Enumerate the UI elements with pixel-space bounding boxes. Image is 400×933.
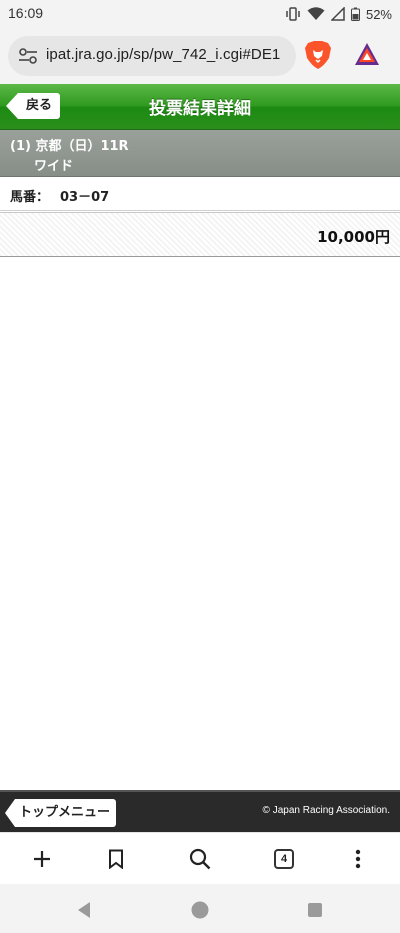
more-icon[interactable] [355,849,361,869]
wifi-icon [307,7,325,20]
bookmarks-button[interactable] [102,845,130,873]
recents-square-icon[interactable] [305,900,325,920]
horse-number-row: 馬番： 03－07 [0,177,400,211]
search-button[interactable] [186,845,214,873]
browser-toolbar: 4 [0,832,400,884]
status-bar: 16:09 52% [0,0,400,28]
page-title: 投票結果詳細 [149,99,251,119]
brave-rewards-icon[interactable] [354,42,380,66]
site-footer: トップメニュー © Japan Racing Association. [0,790,400,832]
top-menu-button[interactable]: トップメニュー [5,799,117,827]
status-time: 16:09 [8,5,44,21]
tabs-button[interactable]: 4 [270,845,298,873]
battery-percent: 52% [365,6,392,22]
tabs-icon[interactable]: 4 [274,849,294,869]
race-name: (1) 京都（日）11R [10,139,129,154]
url-field[interactable]: ipat.jra.go.jp/sp/pw_742_i.cgi#DE1 [8,36,296,76]
site-settings-icon[interactable] [18,47,38,65]
signal-icon [330,7,345,21]
horse-number-label: 馬番： [10,190,50,205]
more-menu-button[interactable] [344,845,372,873]
home-circle-icon[interactable] [190,900,210,920]
horse-number-value: 03－07 [60,190,110,205]
page-header: 戻る 投票結果詳細 [0,84,400,130]
battery-icon [350,7,360,21]
copyright-text: © Japan Racing Association. [262,805,390,816]
bet-amount-row: 10,000円 [0,212,400,257]
race-info: (1) 京都（日）11R ワイド [0,130,400,177]
status-icons: 52% [285,4,392,24]
bet-amount: 10,000円 [317,228,390,246]
search-icon[interactable] [189,848,211,870]
browser-address-bar: ipat.jra.go.jp/sp/pw_742_i.cgi#DE1 [0,28,400,84]
back-triangle-icon[interactable] [74,900,94,920]
new-tab-button[interactable] [28,845,56,873]
url-text[interactable]: ipat.jra.go.jp/sp/pw_742_i.cgi#DE1 [46,46,292,63]
bookmark-icon[interactable] [108,849,124,869]
vibrate-icon [286,7,300,21]
brave-lion-icon[interactable] [304,40,332,70]
bet-type: ワイド [34,159,74,174]
system-nav-bar [0,884,400,933]
plus-icon[interactable] [32,849,52,869]
